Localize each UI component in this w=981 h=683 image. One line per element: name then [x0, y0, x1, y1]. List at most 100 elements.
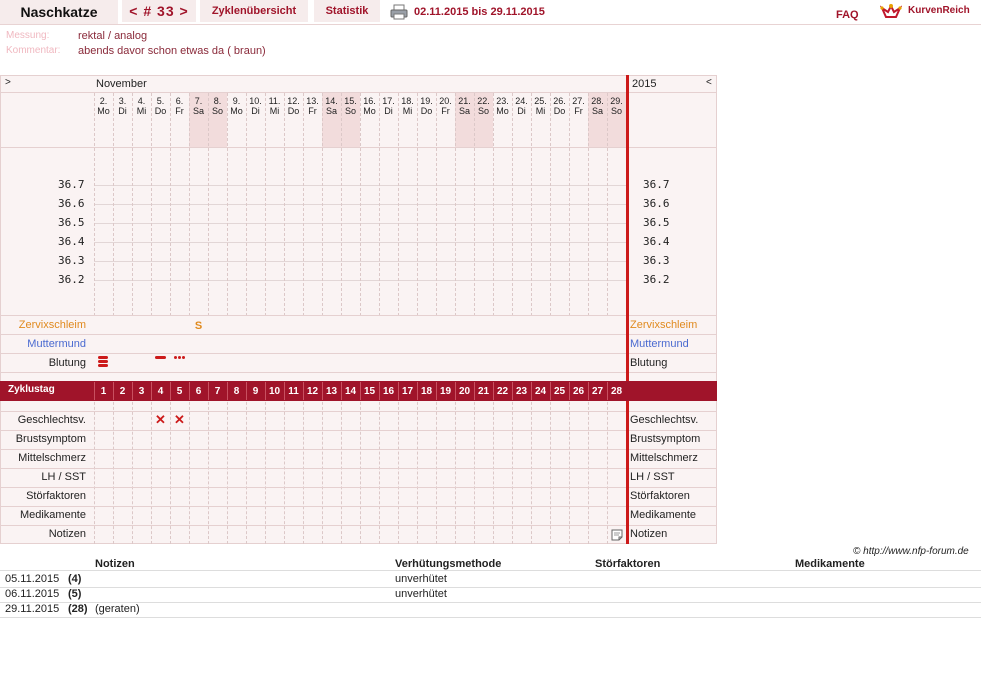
- crown-logo-icon[interactable]: [880, 3, 902, 21]
- row-label-bottom-right: Notizen: [630, 528, 668, 540]
- day-gridline: [113, 93, 114, 316]
- temp-tick-left: 36.3: [58, 254, 85, 267]
- day-gridline: [341, 93, 342, 316]
- row-label-bottom: Medikamente: [19, 509, 86, 521]
- row-cycle-day: (4): [68, 573, 82, 585]
- bleeding-heavy-mark: [98, 360, 108, 363]
- month-label: November: [96, 78, 147, 90]
- printer-icon[interactable]: [390, 4, 408, 20]
- cycle-day-number: 19: [439, 386, 452, 397]
- row-separator: [0, 315, 717, 316]
- weekday: Do: [154, 106, 167, 116]
- col-disturb: Störfaktoren: [595, 558, 661, 570]
- table-row-divider: [0, 570, 981, 571]
- weekday: Mi: [269, 106, 280, 116]
- temp-tick-left: 36.2: [58, 273, 85, 286]
- cycle-day-number: 14: [344, 386, 357, 397]
- weekday: Di: [517, 106, 526, 116]
- temp-tick-right: 36.4: [643, 235, 670, 248]
- temp-tick-right: 36.5: [643, 216, 670, 229]
- day-gridline: [398, 93, 399, 316]
- cycle-day-number: 20: [458, 386, 471, 397]
- measure-value: rektal / analog: [78, 30, 148, 42]
- day-gridline: [417, 93, 418, 316]
- weekday: Mi: [402, 106, 413, 116]
- day-number: 26.: [553, 96, 566, 106]
- temp-tick-right: 36.3: [643, 254, 670, 267]
- day-number: 18.: [401, 96, 414, 106]
- cycle-day-number: 18: [420, 386, 433, 397]
- day-number: 5.: [156, 96, 165, 106]
- row-note: (geraten): [95, 603, 140, 615]
- cycle-day-number: 22: [496, 386, 509, 397]
- day-number: 20.: [439, 96, 452, 106]
- cycle-day-number: 23: [515, 386, 528, 397]
- row-label-bottom: Störfaktoren: [26, 490, 86, 502]
- day-gridline: [208, 93, 209, 316]
- weekday: Fr: [308, 106, 317, 116]
- tab-statistics[interactable]: Statistik: [314, 0, 380, 22]
- day-number: 19.: [420, 96, 433, 106]
- note-icon[interactable]: [611, 529, 623, 541]
- day-gridline: [151, 93, 152, 316]
- weekday: Di: [251, 106, 260, 116]
- day-number: 4.: [137, 96, 146, 106]
- cycle-day-number: 6: [195, 386, 202, 397]
- row-label-bottom: Notizen: [48, 528, 86, 540]
- cycle-navigator[interactable]: < # 33 >: [122, 0, 196, 22]
- row-label-bottom: Brustsymptom: [15, 433, 86, 445]
- cycle-chart: > November 2015 <2. Mo 3. Di 4. Mi 5. Do 6. Fr 7. Sa 8.…: [0, 75, 717, 544]
- day-number: 3.: [118, 96, 127, 106]
- cycle-day-number: 16: [382, 386, 395, 397]
- intercourse-mark: ✕: [155, 412, 166, 427]
- row-cycle-day: (5): [68, 588, 82, 600]
- notes-table: Notizen Verhütungsmethode Störfaktoren M…: [0, 556, 981, 626]
- nav-prev-button[interactable]: >: [5, 77, 11, 88]
- tab-cycle-overview[interactable]: Zyklenübersicht: [200, 0, 308, 22]
- measure-label: Messung:: [6, 30, 50, 41]
- cycle-day-number: 12: [306, 386, 319, 397]
- cycle-day-number: 10: [268, 386, 281, 397]
- row-separator: [0, 372, 717, 373]
- cycle-day-number: 2: [119, 386, 126, 397]
- weekday: Do: [420, 106, 433, 116]
- weekday: Fr: [574, 106, 583, 116]
- row-separator: [0, 449, 717, 450]
- day-number: 21.: [458, 96, 471, 106]
- cycle-day-number: 25: [553, 386, 566, 397]
- day-gridline: [170, 93, 171, 316]
- temp-tick-left: 36.7: [58, 178, 85, 191]
- day-gridline: [132, 93, 133, 316]
- day-number: 10.: [249, 96, 262, 106]
- temp-tick-left: 36.6: [58, 197, 85, 210]
- logo-text[interactable]: KurvenReich: [908, 0, 970, 22]
- day-gridline: [436, 93, 437, 316]
- day-gridline: [512, 93, 513, 316]
- weekday: Do: [287, 106, 300, 116]
- row-cycle-day: (28): [68, 603, 88, 615]
- weekday: Mo: [496, 106, 509, 116]
- weekday: Mi: [136, 106, 147, 116]
- day-number: 2.: [99, 96, 108, 106]
- cycle-day-number: 28: [610, 386, 623, 397]
- day-number: 7.: [194, 96, 203, 106]
- bleeding-spotting-mark: [182, 356, 185, 359]
- day-number: 14.: [325, 96, 338, 106]
- row-label-bottom-right: Geschlechtsv.: [630, 414, 699, 426]
- day-number: 9.: [232, 96, 241, 106]
- comment-label: Kommentar:: [6, 45, 61, 56]
- cycle-day-number: 21: [477, 386, 490, 397]
- row-separator: [0, 411, 717, 412]
- day-gridline: [322, 93, 323, 316]
- row-separator: [0, 487, 717, 488]
- cycle-day-number: 26: [572, 386, 585, 397]
- day-gridline: [284, 93, 285, 316]
- row-label-bottom: Geschlechtsv.: [17, 414, 86, 426]
- day-number: 24.: [515, 96, 528, 106]
- row-separator: [0, 430, 717, 431]
- day-number: 27.: [572, 96, 585, 106]
- row-separator: [0, 334, 717, 335]
- day-number: 13.: [306, 96, 319, 106]
- nav-next-button[interactable]: <: [706, 77, 712, 88]
- weekday: Sa: [458, 106, 470, 116]
